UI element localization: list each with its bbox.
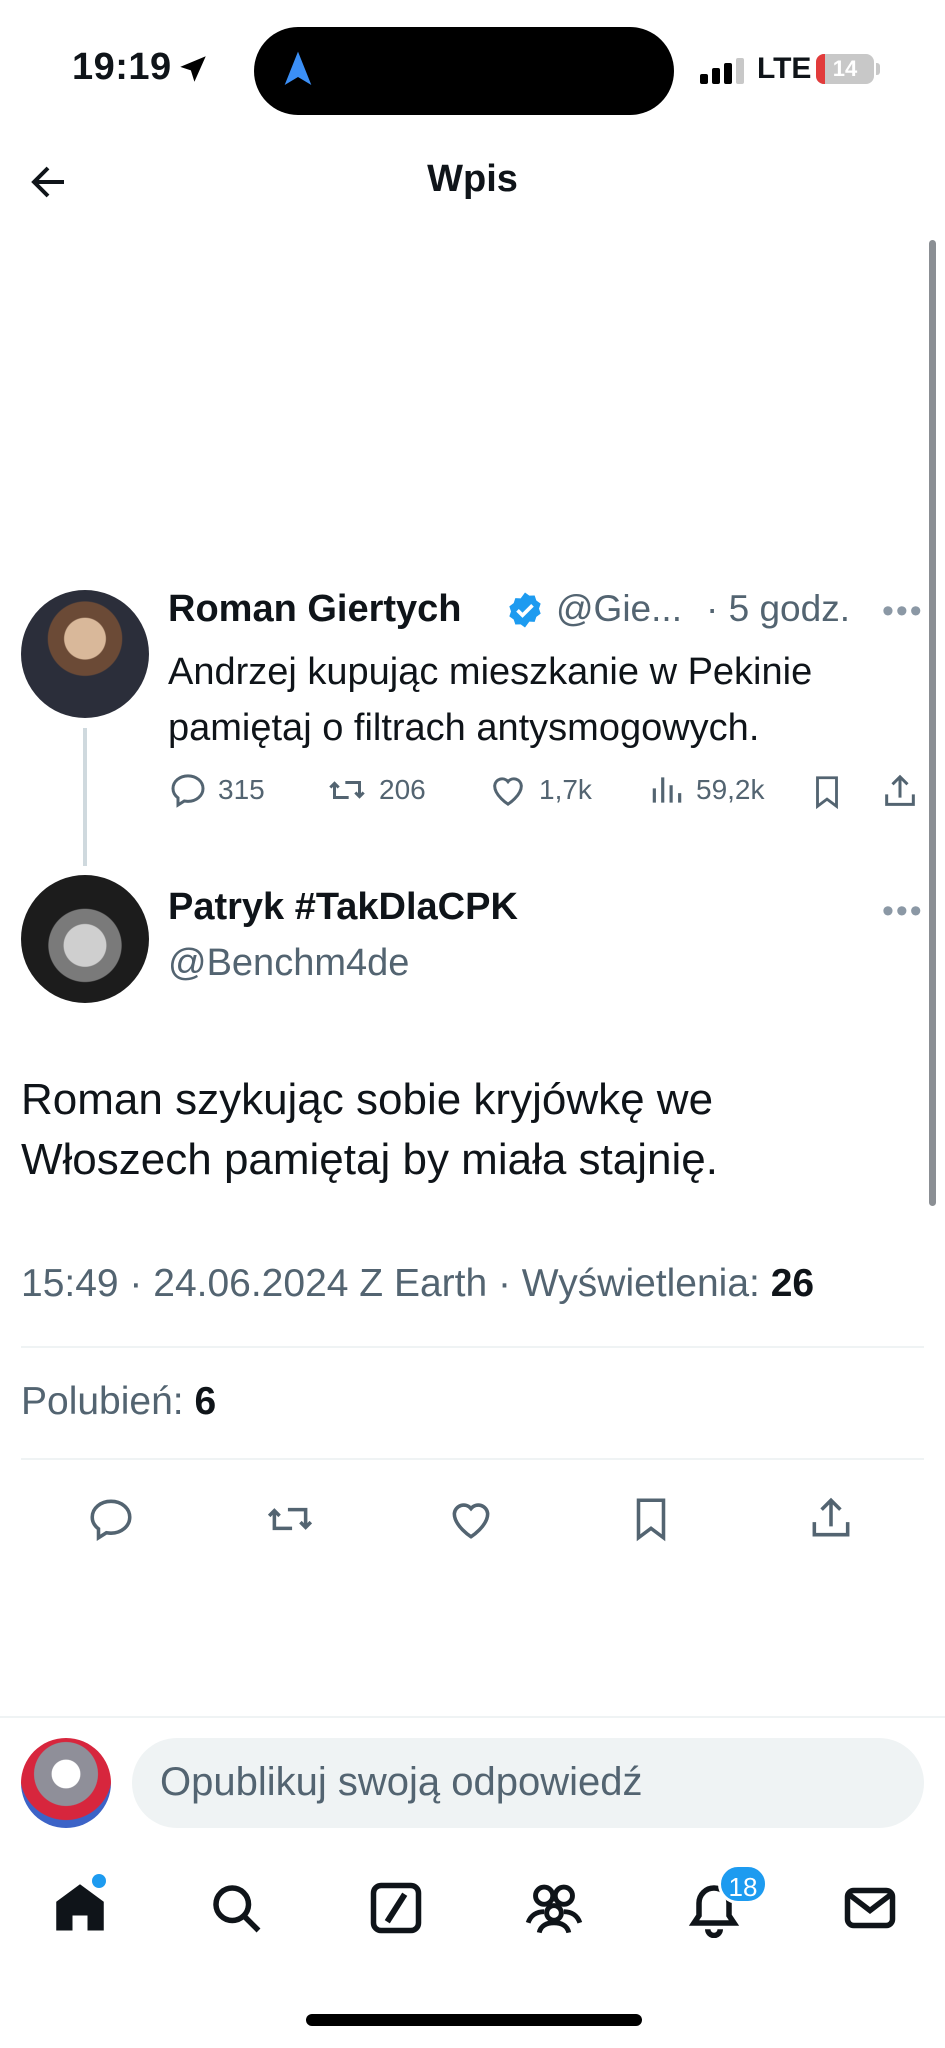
divider	[21, 1458, 924, 1460]
likes-summary[interactable]: Polubień: 6	[21, 1380, 216, 1424]
repost-icon[interactable]	[264, 1494, 316, 1544]
like-count: 1,7k	[539, 774, 592, 805]
page-title: Wpis	[427, 158, 518, 200]
tweet-time: · 5 godz.	[706, 588, 850, 629]
reply-count: 315	[218, 774, 265, 805]
navigation-icon	[284, 51, 312, 85]
views-chart-icon	[652, 777, 682, 803]
bookmark-icon[interactable]	[626, 1494, 676, 1544]
status-time: 19:19	[72, 46, 172, 88]
communities-icon[interactable]	[522, 1878, 586, 1938]
views-count: 26	[770, 1262, 815, 1305]
repost-icon	[329, 781, 365, 799]
heart-icon	[493, 777, 523, 806]
mail-icon[interactable]	[840, 1878, 900, 1938]
avatar-patryk[interactable]	[21, 875, 149, 1003]
network-type: LTE	[757, 52, 812, 85]
views-action[interactable]: 59,2k	[648, 770, 765, 810]
views-count: 59,2k	[696, 774, 765, 805]
search-icon[interactable]	[206, 1878, 266, 1938]
battery-tip	[876, 63, 880, 75]
reply-placeholder: Opublikuj swoją odpowiedź	[160, 1760, 643, 1804]
grok-icon[interactable]	[366, 1878, 426, 1938]
thread-line	[83, 728, 87, 866]
author-name[interactable]: Patryk #TakDlaCPK	[168, 886, 518, 929]
like-action[interactable]: 1,7k	[487, 770, 592, 810]
more-options-icon[interactable]: •••	[882, 892, 924, 931]
signal-icon	[700, 58, 744, 84]
avatar-roman-giertych[interactable]	[21, 590, 149, 718]
battery-level: 14	[832, 56, 858, 81]
tweet-text: Andrzej kupując mieszkanie w Pekinie pam…	[168, 651, 813, 749]
tweet-text: Roman szykując sobie kryjówkę we Włoszec…	[21, 1075, 718, 1184]
tweet-meta: 15:49 · 24.06.2024 Z Earth · Wyświetleni…	[21, 1262, 814, 1306]
reply-bar-divider	[0, 1716, 945, 1718]
share-icon[interactable]	[880, 770, 920, 812]
reply-icon	[171, 774, 205, 808]
author-handle[interactable]: @Gie...	[556, 588, 682, 630]
bookmark-icon[interactable]	[808, 772, 846, 812]
notifications-badge: 18	[718, 1864, 768, 1904]
repost-action[interactable]: 206	[325, 770, 426, 810]
likes-count: 6	[194, 1380, 217, 1423]
home-notification-dot	[92, 1874, 106, 1888]
divider	[21, 1346, 924, 1348]
author-name[interactable]: Roman Giertych	[168, 588, 462, 631]
likes-label: Polubień:	[21, 1380, 184, 1423]
verified-badge-icon	[509, 592, 541, 628]
tweet-meta-text: 15:49 · 24.06.2024 Z Earth · Wyświetleni…	[21, 1262, 760, 1305]
heart-icon[interactable]	[446, 1494, 496, 1544]
reply-action[interactable]: 315	[168, 770, 265, 810]
my-avatar[interactable]	[21, 1738, 111, 1828]
location-arrow-icon	[180, 56, 206, 82]
share-icon[interactable]	[806, 1492, 856, 1544]
scrollbar[interactable]	[929, 240, 936, 1206]
reply-icon[interactable]	[86, 1494, 136, 1544]
dynamic-island	[254, 27, 674, 115]
author-handle[interactable]: @Benchm4de	[168, 942, 409, 985]
more-options-icon[interactable]: •••	[882, 592, 924, 631]
battery-icon: 14	[816, 54, 874, 84]
repost-count: 206	[379, 774, 426, 805]
home-indicator	[306, 2014, 642, 2026]
